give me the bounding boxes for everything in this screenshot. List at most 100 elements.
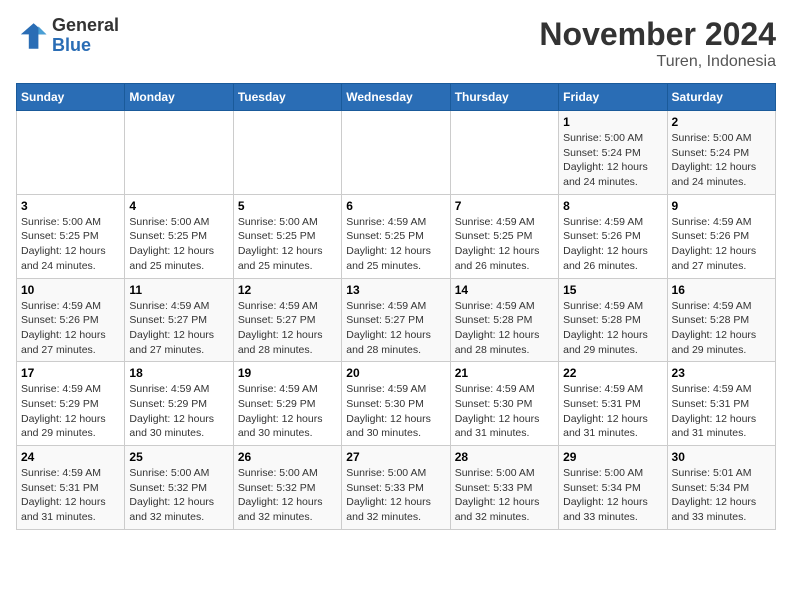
day-info: Sunrise: 5:00 AM Sunset: 5:32 PM Dayligh… [238,466,337,525]
day-number: 10 [21,283,120,297]
day-info: Sunrise: 5:00 AM Sunset: 5:25 PM Dayligh… [238,215,337,274]
day-info: Sunrise: 5:00 AM Sunset: 5:32 PM Dayligh… [129,466,228,525]
location-subtitle: Turen, Indonesia [539,53,776,71]
day-number: 23 [672,366,771,380]
calendar-week-row: 17 Sunrise: 4:59 AM Sunset: 5:29 PM Dayli… [17,362,776,446]
title-block: November 2024 Turen, Indonesia [539,16,776,71]
calendar-cell: 6 Sunrise: 4:59 AM Sunset: 5:25 PM Daylig… [342,194,450,278]
calendar-cell: 7 Sunrise: 4:59 AM Sunset: 5:25 PM Daylig… [450,194,558,278]
day-info: Sunrise: 4:59 AM Sunset: 5:29 PM Dayligh… [129,382,228,441]
month-year-title: November 2024 [539,16,776,53]
day-number: 30 [672,450,771,464]
day-info: Sunrise: 4:59 AM Sunset: 5:25 PM Dayligh… [455,215,554,274]
day-number: 17 [21,366,120,380]
day-info: Sunrise: 4:59 AM Sunset: 5:31 PM Dayligh… [563,382,662,441]
day-number: 19 [238,366,337,380]
day-info: Sunrise: 5:00 AM Sunset: 5:24 PM Dayligh… [563,131,662,190]
day-info: Sunrise: 4:59 AM Sunset: 5:27 PM Dayligh… [346,299,445,358]
day-info: Sunrise: 4:59 AM Sunset: 5:28 PM Dayligh… [672,299,771,358]
day-number: 14 [455,283,554,297]
day-number: 25 [129,450,228,464]
day-info: Sunrise: 4:59 AM Sunset: 5:26 PM Dayligh… [672,215,771,274]
day-info: Sunrise: 4:59 AM Sunset: 5:31 PM Dayligh… [672,382,771,441]
day-number: 29 [563,450,662,464]
calendar-cell: 19 Sunrise: 4:59 AM Sunset: 5:29 PM Dayli… [233,362,341,446]
calendar-cell: 5 Sunrise: 5:00 AM Sunset: 5:25 PM Daylig… [233,194,341,278]
calendar-cell: 8 Sunrise: 4:59 AM Sunset: 5:26 PM Daylig… [559,194,667,278]
day-number: 22 [563,366,662,380]
calendar-cell: 20 Sunrise: 4:59 AM Sunset: 5:30 PM Dayli… [342,362,450,446]
calendar-cell: 29 Sunrise: 5:00 AM Sunset: 5:34 PM Dayli… [559,446,667,530]
day-info: Sunrise: 5:01 AM Sunset: 5:34 PM Dayligh… [672,466,771,525]
calendar-cell: 3 Sunrise: 5:00 AM Sunset: 5:25 PM Daylig… [17,194,125,278]
day-info: Sunrise: 4:59 AM Sunset: 5:26 PM Dayligh… [563,215,662,274]
logo-text: General Blue [52,16,119,56]
calendar-week-row: 24 Sunrise: 4:59 AM Sunset: 5:31 PM Dayli… [17,446,776,530]
calendar-week-row: 3 Sunrise: 5:00 AM Sunset: 5:25 PM Daylig… [17,194,776,278]
calendar-body: 1 Sunrise: 5:00 AM Sunset: 5:24 PM Daylig… [17,111,776,530]
day-info: Sunrise: 5:00 AM Sunset: 5:33 PM Dayligh… [346,466,445,525]
calendar-cell: 18 Sunrise: 4:59 AM Sunset: 5:29 PM Dayli… [125,362,233,446]
day-number: 1 [563,115,662,129]
day-number: 27 [346,450,445,464]
day-number: 13 [346,283,445,297]
calendar-cell: 4Sunrise: 5:00 AM Sunset: 5:25 PM Daylig… [125,194,233,278]
page-header: General Blue November 2024 Turen, Indone… [16,16,776,71]
day-info: Sunrise: 4:59 AM Sunset: 5:29 PM Dayligh… [21,382,120,441]
day-number: 24 [21,450,120,464]
day-info: Sunrise: 5:00 AM Sunset: 5:33 PM Dayligh… [455,466,554,525]
calendar-cell: 21Sunrise: 4:59 AM Sunset: 5:30 PM Dayli… [450,362,558,446]
weekday-header: Thursday [450,84,558,111]
calendar-cell: 23 Sunrise: 4:59 AM Sunset: 5:31 PM Dayli… [667,362,775,446]
day-number: 28 [455,450,554,464]
day-number: 3 [21,199,120,213]
calendar-cell: 9 Sunrise: 4:59 AM Sunset: 5:26 PM Daylig… [667,194,775,278]
day-info: Sunrise: 5:00 AM Sunset: 5:25 PM Dayligh… [21,215,120,274]
calendar-cell: 15Sunrise: 4:59 AM Sunset: 5:28 PM Dayli… [559,278,667,362]
calendar-cell [233,111,341,195]
calendar-cell: 12 Sunrise: 4:59 AM Sunset: 5:27 PM Dayli… [233,278,341,362]
day-info: Sunrise: 4:59 AM Sunset: 5:30 PM Dayligh… [346,382,445,441]
calendar-cell: 13 Sunrise: 4:59 AM Sunset: 5:27 PM Dayli… [342,278,450,362]
weekday-header: Wednesday [342,84,450,111]
day-info: Sunrise: 4:59 AM Sunset: 5:31 PM Dayligh… [21,466,120,525]
day-number: 7 [455,199,554,213]
day-info: Sunrise: 4:59 AM Sunset: 5:27 PM Dayligh… [129,299,228,358]
calendar-cell: 27 Sunrise: 5:00 AM Sunset: 5:33 PM Dayli… [342,446,450,530]
weekday-header: Tuesday [233,84,341,111]
weekday-header: Monday [125,84,233,111]
day-number: 11 [129,283,228,297]
calendar-cell: 28 Sunrise: 5:00 AM Sunset: 5:33 PM Dayli… [450,446,558,530]
calendar-cell [342,111,450,195]
day-number: 12 [238,283,337,297]
logo: General Blue [16,16,119,56]
day-info: Sunrise: 5:00 AM Sunset: 5:34 PM Dayligh… [563,466,662,525]
calendar-week-row: 10 Sunrise: 4:59 AM Sunset: 5:26 PM Dayli… [17,278,776,362]
day-info: Sunrise: 4:59 AM Sunset: 5:27 PM Dayligh… [238,299,337,358]
calendar-cell: 26 Sunrise: 5:00 AM Sunset: 5:32 PM Dayli… [233,446,341,530]
day-number: 20 [346,366,445,380]
day-number: 26 [238,450,337,464]
day-info: Sunrise: 4:59 AM Sunset: 5:28 PM Dayligh… [563,299,662,358]
calendar-cell [450,111,558,195]
calendar-cell: 1 Sunrise: 5:00 AM Sunset: 5:24 PM Daylig… [559,111,667,195]
calendar-cell: 11 Sunrise: 4:59 AM Sunset: 5:27 PM Dayli… [125,278,233,362]
day-number: 16 [672,283,771,297]
day-info: Sunrise: 5:00 AM Sunset: 5:24 PM Dayligh… [672,131,771,190]
calendar-cell [125,111,233,195]
calendar-cell: 22 Sunrise: 4:59 AM Sunset: 5:31 PM Dayli… [559,362,667,446]
day-info: Sunrise: 4:59 AM Sunset: 5:26 PM Dayligh… [21,299,120,358]
day-info: Sunrise: 4:59 AM Sunset: 5:25 PM Dayligh… [346,215,445,274]
calendar-cell: 10 Sunrise: 4:59 AM Sunset: 5:26 PM Dayli… [17,278,125,362]
day-number: 6 [346,199,445,213]
calendar-cell: 24 Sunrise: 4:59 AM Sunset: 5:31 PM Dayli… [17,446,125,530]
calendar-cell: 16 Sunrise: 4:59 AM Sunset: 5:28 PM Dayli… [667,278,775,362]
day-number: 9 [672,199,771,213]
day-number: 18 [129,366,228,380]
day-number: 5 [238,199,337,213]
day-info: Sunrise: 4:59 AM Sunset: 5:29 PM Dayligh… [238,382,337,441]
day-number: 21 [455,366,554,380]
calendar-cell: 2Sunrise: 5:00 AM Sunset: 5:24 PM Daylig… [667,111,775,195]
day-info: Sunrise: 5:00 AM Sunset: 5:25 PM Dayligh… [129,215,228,274]
day-number: 8 [563,199,662,213]
